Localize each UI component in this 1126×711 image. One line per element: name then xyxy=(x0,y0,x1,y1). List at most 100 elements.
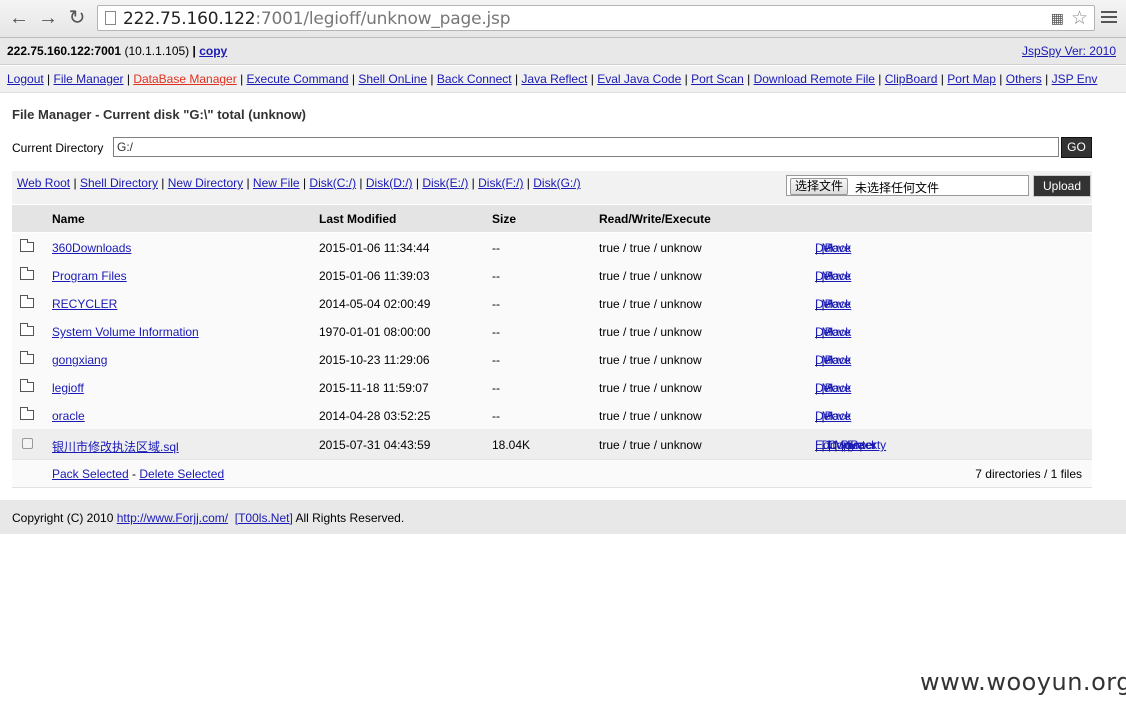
browser-menu-icon[interactable] xyxy=(1101,8,1117,28)
folder-icon xyxy=(20,379,34,392)
folder-name-link[interactable]: legioff xyxy=(52,381,84,395)
pack-link[interactable]: Pack xyxy=(850,438,877,452)
table-row: System Volume Information 1970-01-01 08:0… xyxy=(12,317,1092,346)
menu-item-others[interactable]: Others xyxy=(1006,72,1042,86)
pack-link[interactable]: Pack xyxy=(825,325,852,339)
menu-item-eval-java-code[interactable]: Eval Java Code xyxy=(597,72,681,86)
folder-name-link[interactable]: Program Files xyxy=(52,269,127,283)
permissions: true / true / unknow xyxy=(599,297,702,311)
menu-item-execute-command[interactable]: Execute Command xyxy=(247,72,349,86)
back-arrow-icon[interactable]: ← xyxy=(7,6,31,30)
size: 18.04K xyxy=(492,438,531,452)
forjj-link[interactable]: http://www.Forjj.com/ xyxy=(117,511,228,525)
url-path: :7001/legioff/unknow_page.jsp xyxy=(255,9,511,29)
row-actions: Del | Move | Pack xyxy=(815,325,852,339)
server-info: 222.75.160.122:7001 (10.1.1.105) | copy xyxy=(7,44,228,58)
choose-file-button[interactable]: 选择文件 xyxy=(790,178,849,195)
menu-item-file-manager[interactable]: File Manager xyxy=(54,72,124,86)
row-actions: Del | Move | Pack xyxy=(815,241,852,255)
translate-icon[interactable]: ▦ xyxy=(1051,10,1064,27)
main-menu: Logout | File Manager | DataBase Manager… xyxy=(0,66,1126,93)
table-row: 银川市修改执法区域.sql 2015-07-31 04:43:59 18.04K tr… xyxy=(12,429,1092,460)
reload-icon[interactable]: ↻ xyxy=(65,6,89,30)
bookmark-star-icon[interactable]: ☆ xyxy=(1071,7,1088,30)
address-url[interactable]: 222.75.160.122:7001/legioff/unknow_page.… xyxy=(123,9,511,29)
shortcut-disk-e[interactable]: Disk(E:/) xyxy=(422,176,468,190)
menu-item-download-remote-file[interactable]: Download Remote File xyxy=(754,72,875,86)
folder-icon xyxy=(20,267,34,280)
last-modified: 2015-07-31 04:43:59 xyxy=(319,438,431,452)
last-modified: 2014-05-04 02:00:49 xyxy=(319,297,431,311)
table-row: Program Files 2015-01-06 11:39:03 -- true /… xyxy=(12,261,1092,290)
select-checkbox[interactable] xyxy=(22,438,33,449)
server-ip: (10.1.1.105) xyxy=(124,44,190,58)
forward-arrow-icon[interactable]: → xyxy=(36,6,60,30)
menu-item-java-reflect[interactable]: Java Reflect xyxy=(521,72,587,86)
header-last-modified: Last Modified xyxy=(319,212,397,226)
menu-item-database-manager[interactable]: DataBase Manager xyxy=(133,72,236,86)
last-modified: 2015-01-06 11:39:03 xyxy=(319,269,430,283)
menu-item-shell-online[interactable]: Shell OnLine xyxy=(358,72,427,86)
menu-item-logout[interactable]: Logout xyxy=(7,72,44,86)
menu-item-port-scan[interactable]: Port Scan xyxy=(691,72,744,86)
go-button[interactable]: GO xyxy=(1061,137,1092,158)
folder-name-link[interactable]: RECYCLER xyxy=(52,297,117,311)
header-size: Size xyxy=(492,212,517,226)
row-actions: Del | Move | Pack xyxy=(815,409,852,423)
file-chooser[interactable]: 选择文件 未选择任何文件 xyxy=(786,175,1029,196)
server-info-bar: 222.75.160.122:7001 (10.1.1.105) | copy … xyxy=(0,38,1126,65)
copyright-prefix: Copyright (C) 2010 xyxy=(12,511,114,525)
menu-item-jsp-env[interactable]: JSP Env xyxy=(1052,72,1098,86)
t00ls-link[interactable]: [T00ls.Net] xyxy=(235,511,293,525)
size: -- xyxy=(492,241,500,255)
shortcut-new-directory[interactable]: New Directory xyxy=(168,176,243,190)
pack-link[interactable]: Pack xyxy=(825,381,852,395)
row-actions: Edit | Down | Copy | Move | Property | E… xyxy=(815,438,887,452)
permissions: true / true / unknow xyxy=(599,381,702,395)
size: -- xyxy=(492,353,500,367)
pack-link[interactable]: Pack xyxy=(825,297,852,311)
folder-name-link[interactable]: 360Downloads xyxy=(52,241,131,255)
version-link[interactable]: JspSpy Ver: 2010 xyxy=(1022,44,1116,58)
row-actions: Del | Move | Pack xyxy=(815,269,852,283)
shortcut-new-file[interactable]: New File xyxy=(253,176,300,190)
copy-link[interactable]: copy xyxy=(199,44,227,58)
shortcut-web-root[interactable]: Web Root xyxy=(17,176,70,190)
upload-button[interactable]: Upload xyxy=(1033,175,1091,197)
last-modified: 2015-01-06 11:34:44 xyxy=(319,241,430,255)
shortcut-links: Web Root | Shell Directory | New Directo… xyxy=(17,176,581,190)
menu-item-back-connect[interactable]: Back Connect xyxy=(437,72,512,86)
no-file-chosen-text: 未选择任何文件 xyxy=(855,181,940,195)
delete-selected-link[interactable]: Delete Selected xyxy=(139,467,224,481)
table-footer: Pack Selected - Delete Selected 7 direct… xyxy=(12,460,1092,488)
shortcut-shell-directory[interactable]: Shell Directory xyxy=(80,176,158,190)
header-name: Name xyxy=(52,212,85,226)
folder-icon xyxy=(20,351,34,364)
pack-link[interactable]: Pack xyxy=(825,241,852,255)
shortcut-disk-c[interactable]: Disk(C:/) xyxy=(309,176,356,190)
shortcut-disk-d[interactable]: Disk(D:/) xyxy=(366,176,413,190)
file-name-link[interactable]: 银川市修改执法区域.sql xyxy=(52,438,179,455)
size: -- xyxy=(492,381,500,395)
folder-name-link[interactable]: oracle xyxy=(52,409,85,423)
folder-name-link[interactable]: gongxiang xyxy=(52,353,107,367)
address-bar[interactable]: 222.75.160.122:7001/legioff/unknow_page.… xyxy=(97,5,1095,31)
shortcut-disk-f[interactable]: Disk(F:/) xyxy=(478,176,523,190)
menu-item-port-map[interactable]: Port Map xyxy=(947,72,996,86)
pack-link[interactable]: Pack xyxy=(825,409,852,423)
size: -- xyxy=(492,297,500,311)
last-modified: 2015-10-23 11:29:06 xyxy=(319,353,430,367)
permissions: true / true / unknow xyxy=(599,438,702,452)
pack-link[interactable]: Pack xyxy=(825,353,852,367)
permissions: true / true / unknow xyxy=(599,353,702,367)
table-row: gongxiang 2015-10-23 11:29:06 -- true / tru… xyxy=(12,345,1092,374)
pack-link[interactable]: Pack xyxy=(825,269,852,283)
server-host: 222.75.160.122:7001 xyxy=(7,44,122,58)
item-count: 7 directories / 1 files xyxy=(975,467,1082,481)
pack-selected-link[interactable]: Pack Selected xyxy=(52,467,129,481)
current-directory-input[interactable]: G:/ xyxy=(113,137,1059,157)
row-actions: Del | Move | Pack xyxy=(815,297,852,311)
menu-item-clipboard[interactable]: ClipBoard xyxy=(885,72,938,86)
folder-name-link[interactable]: System Volume Information xyxy=(52,325,199,339)
shortcut-disk-g[interactable]: Disk(G:/) xyxy=(533,176,580,190)
